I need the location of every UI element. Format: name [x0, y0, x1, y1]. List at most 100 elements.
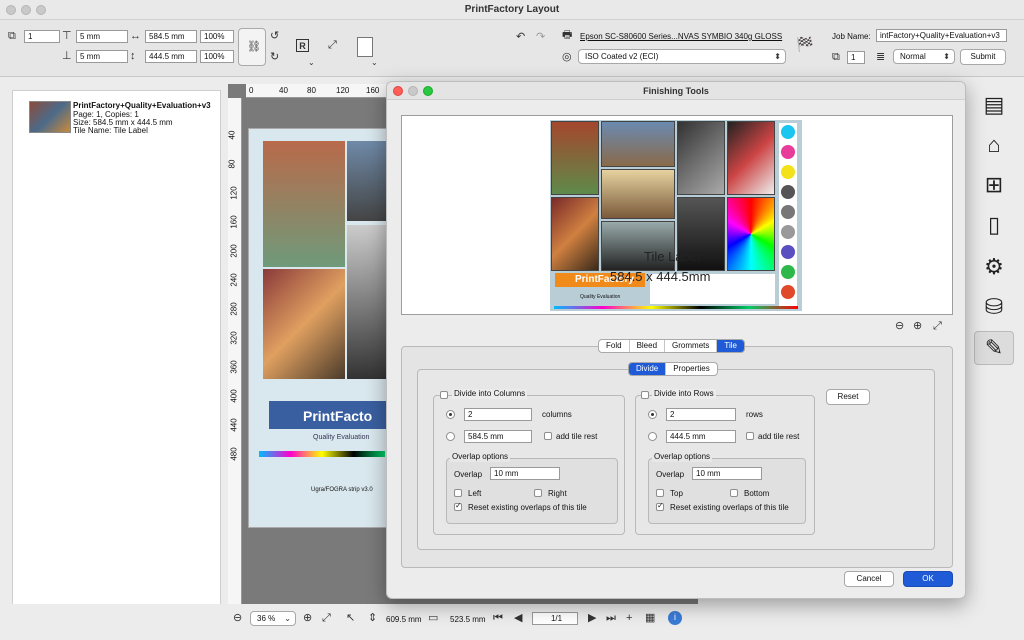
rows-reset-overlaps-checkbox[interactable]	[656, 501, 664, 511]
width-field[interactable]: 584.5 mm	[145, 30, 197, 43]
submit-button[interactable]: Submit	[960, 49, 1006, 65]
priority-select[interactable]: Normal ⬍	[893, 49, 955, 64]
job-thumbnail[interactable]	[29, 101, 71, 133]
redo-icon[interactable]: ↷	[536, 31, 545, 43]
prev-page-icon[interactable]: ◀	[514, 612, 522, 624]
subtab-properties[interactable]: Properties	[666, 363, 716, 375]
last-page-icon[interactable]: ⏭	[606, 612, 616, 624]
height-field[interactable]: 444.5 mm	[145, 50, 197, 63]
columns-reset-overlaps-checkbox[interactable]	[454, 501, 462, 511]
finishing-tools-icon[interactable]: ✎	[974, 331, 1014, 365]
rows-group: Divide into Rows 2 rows 444.5 mm add til…	[635, 389, 815, 535]
grid-icon[interactable]: ⊞	[974, 168, 1014, 202]
ruler-v-label: 320	[229, 331, 239, 345]
page-options-icon[interactable]: ▦	[645, 612, 655, 624]
portrait-image	[263, 141, 345, 267]
undo-icon[interactable]: ↶	[516, 31, 525, 43]
columns-size-field[interactable]: 584.5 mm	[464, 430, 532, 443]
rows-count-field[interactable]: 2	[666, 408, 736, 421]
zoom-in-icon[interactable]: ⊕	[303, 612, 312, 624]
next-page-icon[interactable]: ▶	[588, 612, 596, 624]
layout-panel-icon[interactable]: ▤	[974, 88, 1014, 122]
columns-size-radio[interactable]	[446, 432, 455, 441]
add-page-icon[interactable]: +	[626, 612, 632, 624]
divide-rows-checkbox[interactable]	[641, 391, 649, 399]
zoom-select[interactable]: 36 % ⌄	[250, 611, 296, 626]
margin-bottom-field[interactable]: 5 mm	[76, 50, 128, 63]
divide-columns-checkbox[interactable]	[440, 391, 448, 399]
scale-x-field[interactable]: 100%	[200, 30, 234, 43]
rows-overlap-field[interactable]: 10 mm	[692, 467, 762, 480]
tab-grommets[interactable]: Grommets	[665, 340, 718, 352]
overlap-right-checkbox[interactable]	[534, 489, 542, 497]
profile-select-value: ISO Coated v2 (ECI)	[585, 52, 659, 61]
profile-select[interactable]: ISO Coated v2 (ECI) ⬍	[578, 49, 786, 64]
dialog-zoom-button[interactable]	[423, 86, 433, 96]
margin-top-icon: ⊤	[62, 30, 72, 42]
rows-add-rest-checkbox[interactable]	[746, 432, 754, 440]
brand-text: PrintFacto	[303, 408, 373, 424]
arrow-tool-icon[interactable]: ↖	[346, 612, 355, 624]
chevron-down-icon[interactable]: ⌄	[308, 57, 315, 69]
new-page-icon[interactable]	[357, 37, 373, 57]
preview-fit-icon[interactable]: ⤢	[933, 320, 942, 332]
zoom-arrow-icon: ⌄	[284, 614, 291, 623]
page-field[interactable]: 1/1	[532, 612, 578, 625]
margin-bottom-icon: ⊥	[62, 50, 72, 62]
ruler-v-label: 200	[229, 244, 239, 258]
reset-button[interactable]: Reset	[826, 389, 870, 405]
job-name-field[interactable]: intFactory+Quality+Evaluation+v3	[876, 29, 1007, 42]
tool-tabs: Fold Bleed Grommets Tile	[598, 339, 745, 353]
overlap-bottom-checkbox[interactable]	[730, 489, 738, 497]
tab-bleed[interactable]: Bleed	[630, 340, 666, 352]
columns-add-rest-checkbox[interactable]	[544, 432, 552, 440]
overlap-right-label: Right	[548, 489, 567, 498]
tag-icon[interactable]: ⌂	[974, 128, 1014, 162]
count-field[interactable]: 1	[847, 51, 865, 64]
subtab-divide[interactable]: Divide	[629, 363, 667, 375]
registration-mark-icon[interactable]: R	[296, 39, 309, 52]
preview-zoom-in-icon[interactable]: ⊕	[913, 320, 922, 332]
ruler-v-label: 160	[229, 215, 239, 229]
tab-fold[interactable]: Fold	[599, 340, 630, 352]
print-page[interactable]: PrintFacto Quality Evaluation Ugra/FOGRA…	[248, 128, 394, 528]
book-icon[interactable]: ▯	[974, 208, 1014, 242]
info-icon[interactable]: i	[668, 611, 682, 625]
rotate-left-icon[interactable]: ↺	[270, 30, 279, 42]
ok-button[interactable]: OK	[903, 571, 953, 587]
preview-zoom-out-icon[interactable]: ⊖	[895, 320, 904, 332]
zoom-value: 36 %	[257, 614, 276, 623]
scale-y-field[interactable]: 100%	[200, 50, 234, 63]
ruler-h-label: 80	[307, 86, 316, 95]
rows-size-radio[interactable]	[648, 432, 657, 441]
rows-count-radio[interactable]	[648, 410, 657, 419]
margin-top-field[interactable]: 5 mm	[76, 30, 128, 43]
dialog-close-button[interactable]	[393, 86, 403, 96]
columns-count-field[interactable]: 2	[464, 408, 532, 421]
cancel-button[interactable]: Cancel	[844, 571, 894, 587]
zoom-out-icon[interactable]: ⊖	[233, 612, 242, 624]
overlap-left-checkbox[interactable]	[454, 489, 462, 497]
database-icon[interactable]: ⛁	[974, 290, 1014, 324]
copies-field[interactable]: 1	[24, 30, 60, 43]
fogra-strip-label: Ugra/FOGRA strip v3.0	[311, 487, 373, 493]
first-page-icon[interactable]: ⏮	[493, 612, 503, 624]
checkered-flag-icon[interactable]: 🏁	[796, 37, 813, 51]
fit-icon[interactable]: ⤢	[322, 612, 331, 624]
overlap-top-checkbox[interactable]	[656, 489, 664, 497]
printer-name-link[interactable]: Epson SC-S80600 Series...NVAS SYMBIO 340…	[580, 32, 782, 42]
rotate-right-icon[interactable]: ↻	[270, 51, 279, 63]
tile-preview[interactable]: PrintFactory Quality Evaluation Tile Lab…	[401, 115, 953, 315]
rows-size-field[interactable]: 444.5 mm	[666, 430, 736, 443]
dialog-minimize-button[interactable]	[408, 86, 418, 96]
preview-motorbike-image	[727, 121, 775, 195]
columns-count-radio[interactable]	[446, 410, 455, 419]
fit-to-page-icon[interactable]: ⤢	[328, 39, 337, 51]
columns-overlap-label: Overlap	[454, 470, 483, 479]
preview-woman-image	[601, 169, 675, 219]
settings-gear-icon[interactable]: ⚙	[974, 250, 1014, 284]
columns-overlap-field[interactable]: 10 mm	[490, 467, 560, 480]
link-dimensions-button[interactable]: ⛓	[238, 28, 266, 66]
page-menu-chevron-icon[interactable]: ⌄	[371, 57, 378, 69]
tab-tile[interactable]: Tile	[717, 340, 744, 352]
